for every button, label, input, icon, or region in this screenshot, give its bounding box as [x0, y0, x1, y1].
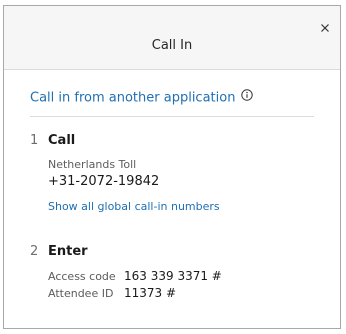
access-code-label: Access code [48, 270, 116, 283]
dialog-title: Call In [151, 38, 193, 53]
call-in-dialog: Call In Call in from another application… [3, 5, 341, 329]
close-button[interactable] [320, 23, 330, 33]
close-icon [321, 24, 329, 32]
step-1-number: 1 [30, 133, 39, 148]
access-code-value: 163 339 3371 # [124, 269, 222, 283]
phone-number: +31-2072-19842 [48, 174, 160, 189]
step-1-title: Call [48, 133, 76, 148]
step-2-number: 2 [30, 244, 39, 259]
step-2-title: Enter [48, 244, 88, 259]
country-label: Netherlands Toll [48, 158, 137, 171]
call-in-another-app-link[interactable]: Call in from another application [30, 89, 254, 106]
dialog-header: Call In [4, 6, 340, 70]
call-in-another-app-label: Call in from another application [30, 90, 236, 106]
attendee-id-value: 11373 # [124, 286, 177, 300]
info-icon[interactable] [241, 89, 254, 105]
section-divider [30, 116, 314, 117]
show-global-numbers-link[interactable]: Show all global call-in numbers [48, 200, 220, 213]
attendee-id-label: Attendee ID [48, 287, 114, 300]
